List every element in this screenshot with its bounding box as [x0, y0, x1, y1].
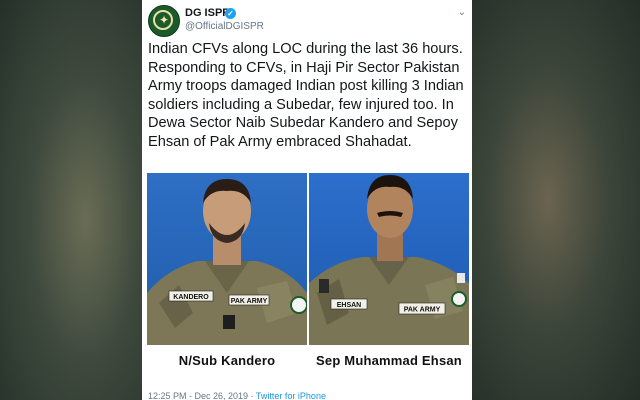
soldier-portrait-graphic: PAK ARMY EHSAN [309, 175, 469, 345]
tweet-media: PAK ARMY KANDERO N/Sub Kandero PAK ARMY … [147, 173, 469, 377]
account-name[interactable]: DG ISPR [185, 7, 230, 19]
avatar[interactable]: ✦ [148, 5, 180, 37]
tweet-footer: 12:25 PM - Dec 26, 2019 · Twitter for iP… [148, 391, 326, 400]
chevron-down-icon[interactable]: ⌄ [458, 7, 466, 18]
tweet-header: ✦ DG ISPR ✓ @OfficialDGISPR ⌄ [148, 5, 466, 37]
background-blur-left [0, 0, 142, 400]
emblem-icon: ✦ [158, 13, 170, 27]
tweet-timestamp[interactable]: 12:25 PM - Dec 26, 2019 [148, 391, 248, 400]
photo-caption: Sep Muhammad Ehsan [309, 345, 469, 377]
photo-caption: N/Sub Kandero [147, 345, 307, 377]
unit-tag: PAK ARMY [231, 298, 268, 305]
soldier-portrait-graphic: PAK ARMY KANDERO [147, 179, 307, 345]
account-handle[interactable]: @OfficialDGISPR [185, 21, 264, 32]
unit-tag: PAK ARMY [404, 307, 441, 314]
verified-badge-icon: ✓ [225, 8, 236, 19]
tweet-text: Indian CFVs along LOC during the last 36… [148, 41, 464, 150]
tweet-card: ✦ DG ISPR ✓ @OfficialDGISPR ⌄ Indian CFV… [142, 0, 472, 400]
background-blur-right [472, 0, 640, 400]
name-tag: KANDERO [173, 294, 209, 301]
name-tag: EHSAN [337, 302, 362, 309]
photo-ehsan[interactable]: PAK ARMY EHSAN Sep Muhammad Ehsan [309, 173, 469, 377]
photo-kandero[interactable]: PAK ARMY KANDERO N/Sub Kandero [147, 173, 307, 377]
portrait-image: PAK ARMY KANDERO [147, 173, 307, 345]
portrait-image: PAK ARMY EHSAN [309, 173, 469, 345]
tweet-source-link[interactable]: Twitter for iPhone [256, 391, 326, 400]
